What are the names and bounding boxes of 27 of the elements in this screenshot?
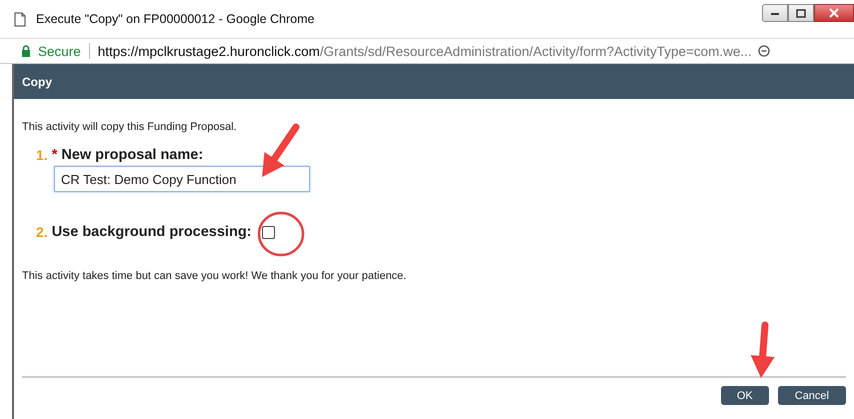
window-title: Execute "Copy" on FP00000012 - Google Chrome [36, 12, 316, 26]
maximize-button[interactable] [788, 4, 814, 22]
circle-annotation [258, 212, 304, 256]
close-icon [829, 8, 839, 18]
proposal-name-field[interactable]: CR Test: Demo Copy Function [54, 166, 310, 192]
page-icon [14, 12, 26, 26]
zoom-icon[interactable] [758, 45, 770, 57]
field-label: New proposal name: [61, 147, 204, 163]
dialog-title: Copy [22, 74, 52, 88]
close-button[interactable] [814, 4, 854, 22]
required-asterisk: * [52, 147, 58, 163]
intro-text: This activity will copy this Funding Proposal. [22, 121, 238, 133]
checkbox[interactable] [262, 226, 275, 238]
step-number: 2. [36, 224, 48, 240]
lock-icon [21, 45, 31, 57]
minimize-icon [770, 10, 780, 16]
arrow-annotation [262, 124, 300, 177]
step-number: 1. [36, 147, 48, 163]
url-text[interactable]: https://mpclkrustage2.huronclick.com/Grants/sd/ResourceAdministration/Activity/form?ActivityType=com.we... [98, 44, 752, 58]
maximize-icon [796, 8, 806, 18]
arrow-annotation [750, 322, 775, 378]
minimize-button[interactable] [762, 4, 788, 22]
secure-label: Secure [38, 44, 81, 58]
field-label: Use background processing: [52, 224, 252, 240]
note-text: This activity takes time but can save you work! We thank you for your patience. [22, 270, 408, 282]
ok-button[interactable]: OK [720, 386, 769, 405]
cancel-button[interactable]: Cancel [778, 386, 846, 405]
